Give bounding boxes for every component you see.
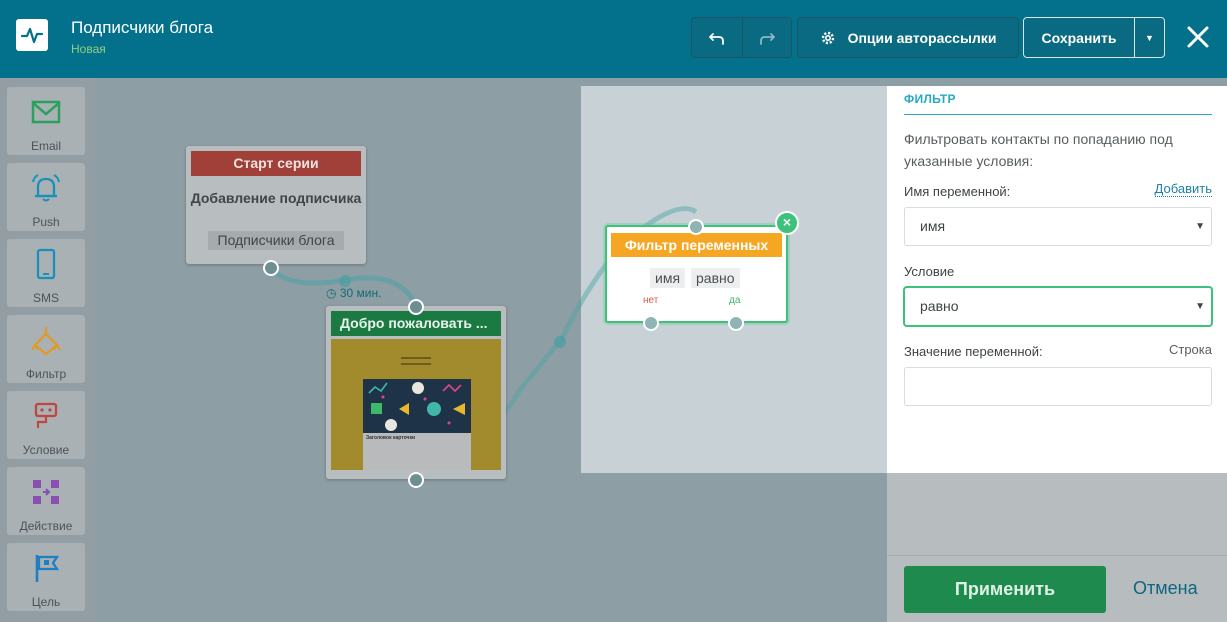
close-button[interactable] [1183, 22, 1213, 52]
palette-item-push[interactable]: Push [7, 163, 85, 231]
welcome-output-port[interactable] [406, 470, 426, 490]
add-variable-link[interactable]: Добавить [1154, 182, 1212, 197]
undo-button[interactable] [691, 17, 743, 58]
delay-value: 30 мин. [339, 286, 382, 300]
filter-chip-condition: равно [691, 268, 740, 288]
no-branch-label: нет [643, 295, 659, 306]
filter-no-port[interactable] [641, 313, 661, 333]
undo-icon [709, 32, 724, 45]
page-title: Подписчики блога [71, 18, 214, 37]
action-icon [33, 480, 59, 504]
autorun-options-button[interactable]: Опции авторассылки [797, 17, 1019, 58]
palette-item-label: Email [30, 139, 61, 153]
palette-item-sms[interactable]: SMS [7, 239, 85, 307]
app-logo [16, 19, 48, 51]
cancel-button[interactable]: Отмена [1133, 578, 1198, 599]
node-header: Старт серии [191, 151, 361, 176]
variable-type-label: Строка [1168, 342, 1212, 357]
palette-item-action[interactable]: Действие [7, 467, 85, 535]
condition-icon [34, 402, 58, 428]
chevron-down-icon: ▼ [1195, 301, 1205, 312]
condition-value: равно [920, 298, 959, 314]
redo-button[interactable] [743, 17, 792, 58]
filter-chip-name: имя [650, 268, 686, 288]
close-icon: × [782, 214, 792, 230]
variable-name-value: имя [920, 218, 946, 234]
panel-description: Фильтровать контакты по попаданию под ук… [904, 131, 1173, 169]
palette-item-label: Условие [22, 443, 70, 457]
filter-icon [31, 327, 61, 356]
welcome-input-port[interactable] [406, 297, 426, 317]
palette-item-filter[interactable]: Фильтр [7, 315, 85, 383]
pulse-icon [20, 27, 44, 44]
autorun-options-label: Опции авторассылки [847, 29, 997, 46]
remove-node-button[interactable]: × [775, 211, 799, 235]
phone-icon [36, 248, 56, 280]
variable-value-label: Значение переменной: [904, 344, 1043, 359]
header-bar: Подписчики блога Новая Опции авторассылк… [0, 0, 1227, 78]
panel-title: ФИЛЬТР [904, 92, 956, 106]
palette-item-email[interactable]: Email [7, 87, 85, 155]
palette-item-label: Фильтр [25, 367, 67, 381]
welcome-email-node[interactable]: Добро пожаловать ... Заголовок карточки [326, 306, 506, 479]
save-dropdown-button[interactable]: ▼ [1134, 17, 1165, 58]
start-output-port[interactable] [262, 259, 280, 277]
thumbnail-art [368, 382, 465, 431]
node-title: Добавление подписчика [190, 190, 362, 206]
redo-icon [760, 32, 775, 45]
palette-item-goal[interactable]: Цель [7, 543, 85, 611]
filter-settings-panel: ФИЛЬТР Фильтровать контакты по попаданию… [887, 86, 1227, 473]
variable-name-label: Имя переменной: [904, 184, 1011, 199]
flag-icon [35, 555, 60, 582]
chevron-down-icon: ▼ [1195, 221, 1205, 232]
yes-branch-label: да [729, 295, 741, 306]
footer-divider [887, 555, 1227, 556]
envelope-icon [31, 100, 61, 124]
palette-item-label: SMS [32, 291, 59, 305]
block-palette: Email Push SMS Фильтр Условие Действие Ц… [0, 78, 97, 622]
condition-label: Условие [904, 264, 955, 279]
chevron-down-icon: ▼ [1145, 32, 1154, 43]
variable-name-select[interactable]: имя ▼ [904, 207, 1212, 246]
save-button[interactable]: Сохранить [1023, 17, 1135, 58]
node-tag: Подписчики блога [208, 231, 344, 250]
palette-item-label: Push [32, 215, 60, 229]
panel-divider [904, 114, 1212, 115]
email-thumbnail: Заголовок карточки [331, 339, 501, 470]
delay-label: ◷ 30 мин. [326, 286, 381, 300]
page-status: Новая [71, 42, 106, 56]
thumbnail-logo [401, 357, 431, 365]
variable-filter-node[interactable]: Фильтр переменных имя равно нет да [605, 225, 788, 323]
palette-item-condition[interactable]: Условие [7, 391, 85, 459]
start-series-node[interactable]: Старт серии Добавление подписчика Подпис… [186, 146, 366, 264]
palette-item-label: Цель [31, 595, 61, 609]
thumbnail-caption: Заголовок карточки [366, 435, 416, 441]
bell-icon [32, 174, 60, 202]
apply-button[interactable]: Применить [904, 566, 1106, 613]
condition-select[interactable]: равно ▼ [904, 287, 1212, 326]
palette-item-label: Действие [19, 519, 73, 533]
variable-value-input[interactable] [904, 367, 1212, 406]
close-icon [1187, 26, 1209, 48]
gear-icon [821, 31, 834, 44]
filter-yes-port[interactable] [726, 313, 746, 333]
filter-input-port[interactable] [686, 217, 706, 237]
clock-icon: ◷ [326, 286, 337, 300]
